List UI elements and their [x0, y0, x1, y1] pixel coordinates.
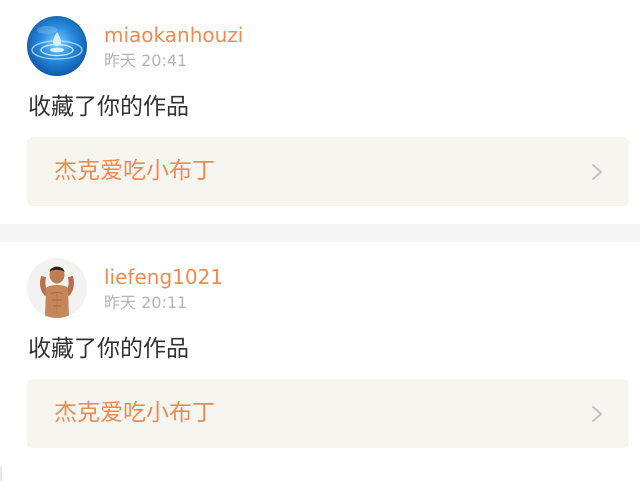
- work-title: 杰克爱吃小布丁: [54, 158, 215, 184]
- avatar[interactable]: [27, 258, 87, 318]
- water-drop-avatar-icon: [27, 16, 87, 76]
- action-text: 收藏了你的作品: [28, 94, 189, 120]
- avatar[interactable]: [27, 16, 87, 76]
- username[interactable]: miaokanhouzi: [104, 22, 243, 48]
- timestamp: 昨天 20:11: [104, 293, 188, 312]
- timestamp: 昨天 20:41: [104, 51, 188, 70]
- section-divider: [0, 224, 640, 242]
- work-title: 杰克爱吃小布丁: [54, 400, 215, 426]
- person-photo-avatar-icon: [27, 258, 87, 318]
- chevron-right-icon: [592, 164, 602, 180]
- notification-item: liefeng1021 昨天 20:11 收藏了你的作品 杰克爱吃小布丁: [0, 242, 640, 466]
- chevron-right-icon: [592, 406, 602, 422]
- notification-item: miaokanhouzi 昨天 20:41 收藏了你的作品 杰克爱吃小布丁: [0, 0, 640, 224]
- action-text: 收藏了你的作品: [28, 336, 189, 362]
- work-link[interactable]: 杰克爱吃小布丁: [27, 379, 629, 448]
- work-link[interactable]: 杰克爱吃小布丁: [27, 137, 629, 206]
- notification-feed: miaokanhouzi 昨天 20:41 收藏了你的作品 杰克爱吃小布丁 li…: [0, 0, 640, 481]
- username[interactable]: liefeng1021: [104, 264, 223, 290]
